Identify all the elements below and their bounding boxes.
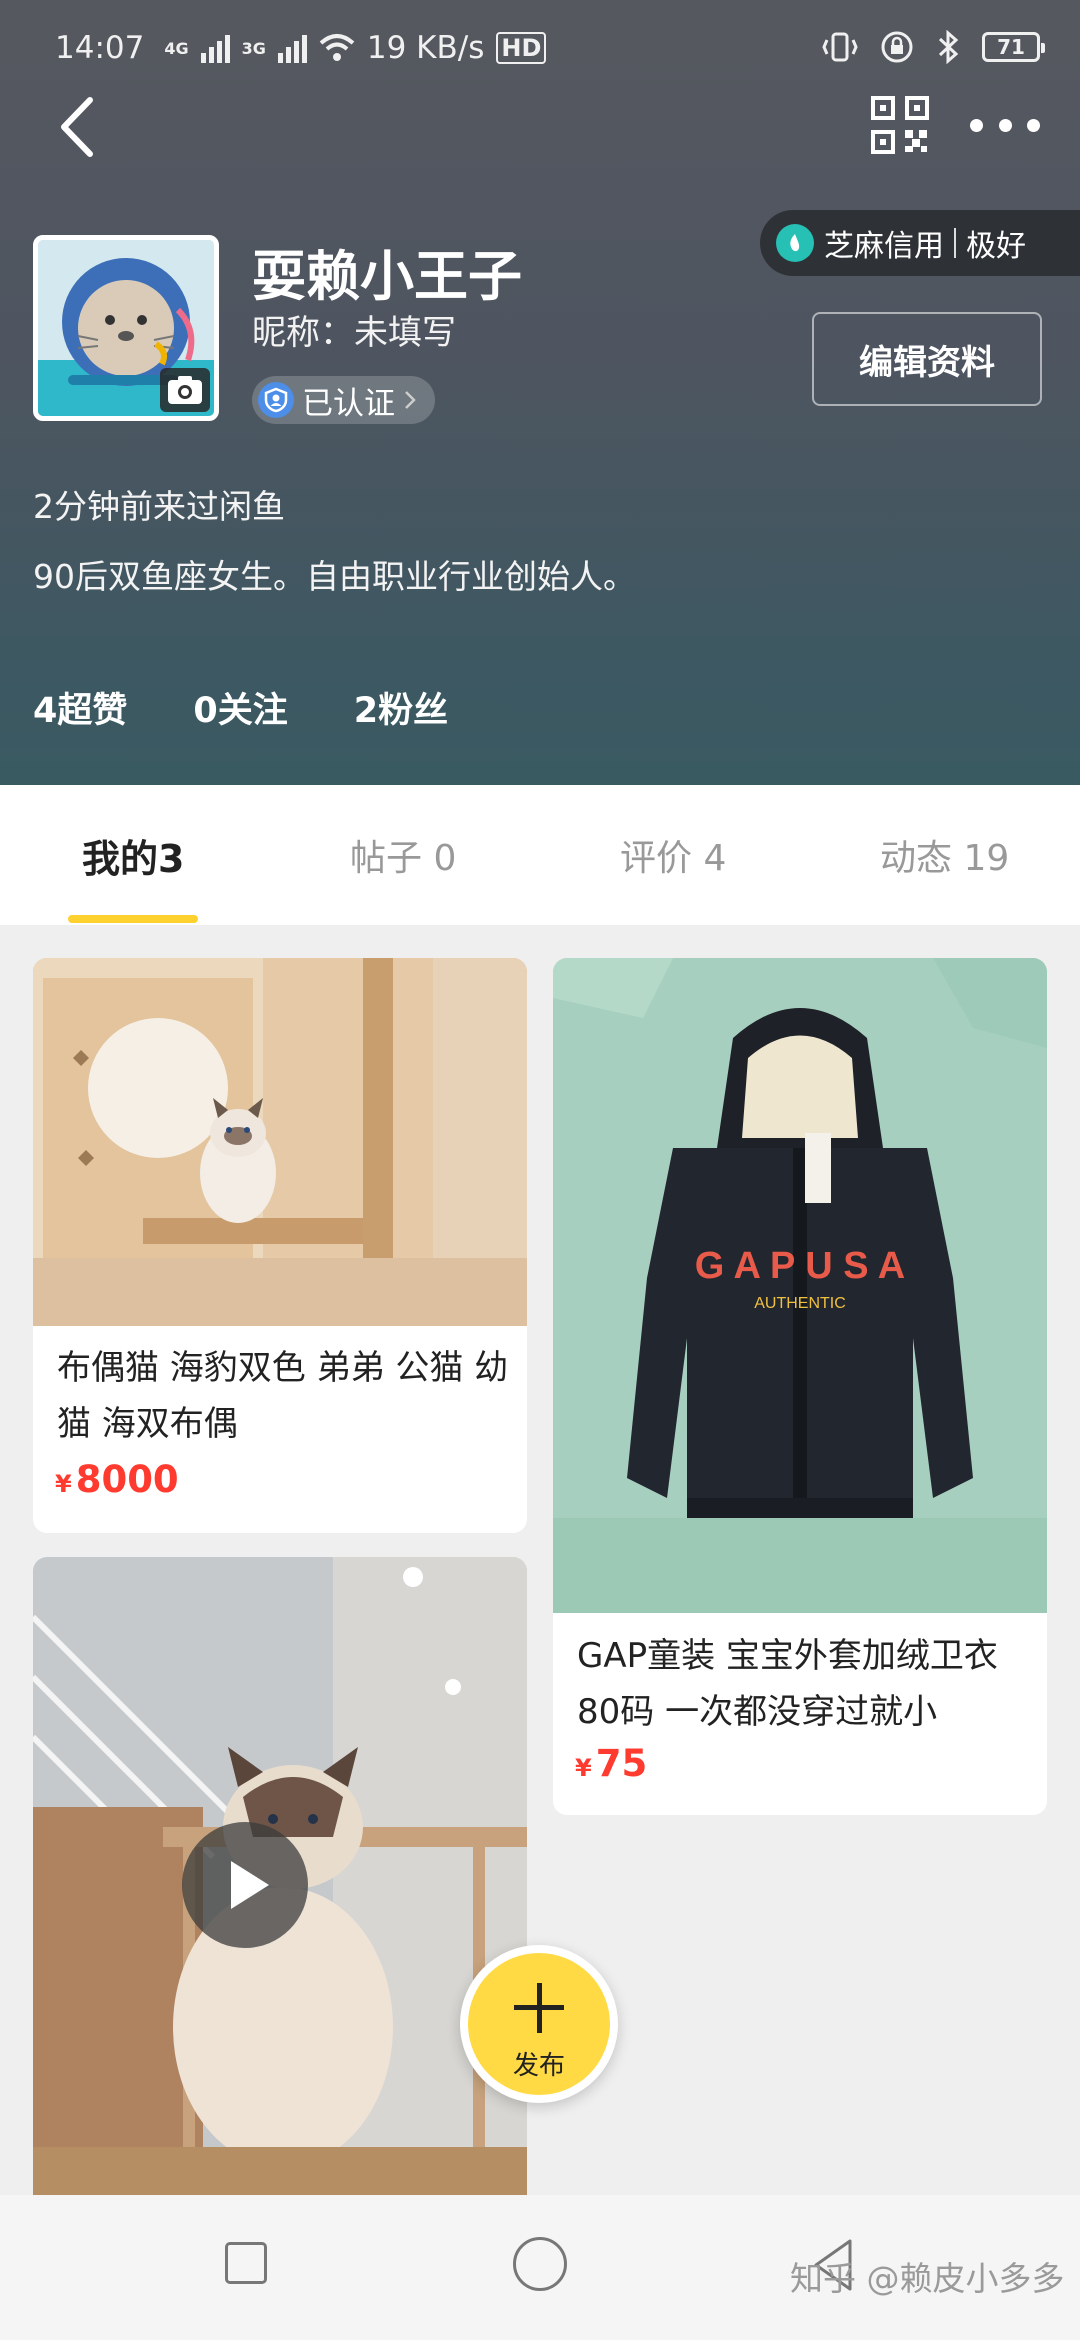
credit-badge[interactable]: 芝麻信用 极好 — [760, 210, 1080, 276]
username: 耍赖小王子 — [252, 245, 522, 308]
publish-label: 发布 — [512, 2051, 565, 2081]
status-bar: 14:07 4G 3G 19 KB/s HD 71 — [0, 30, 1080, 80]
item-price-value: 75 — [595, 1742, 648, 1785]
recent-apps-icon[interactable] — [225, 2242, 267, 2284]
stat-likes[interactable]: 4超赞 — [33, 682, 127, 733]
network-speed: 19 KB/s — [366, 30, 485, 66]
bluetooth-icon — [938, 30, 959, 64]
stat-following[interactable]: 0关注 — [193, 682, 287, 733]
tab-reviews[interactable]: 评价 4 — [620, 785, 726, 925]
wifi-icon — [319, 34, 355, 61]
back-icon[interactable] — [50, 92, 110, 162]
profile-header: 14:07 4G 3G 19 KB/s HD 71 芝麻信用 极好 耍赖小王子 … — [0, 0, 1080, 785]
verified-badge[interactable]: 已认证 — [252, 376, 435, 424]
tab-mine[interactable]: 我的3 — [82, 785, 184, 925]
watermark-text: 知乎 @赖皮小多多 — [790, 2259, 1065, 2298]
tab-posts[interactable]: 帖子 0 — [350, 785, 456, 925]
verified-user-icon — [258, 382, 294, 418]
more-options-icon[interactable] — [970, 100, 1040, 150]
chevron-right-icon — [405, 391, 416, 409]
lock-rotation-icon — [881, 31, 913, 63]
currency-symbol: ¥ — [55, 1470, 72, 1498]
publish-button[interactable]: 发布 — [460, 1945, 618, 2103]
item-price: ¥8000 — [55, 1458, 179, 1501]
vibrate-icon — [822, 32, 858, 62]
item-image-cat — [33, 958, 527, 1326]
network-type-label: 4G — [164, 38, 189, 58]
credit-value: 极好 — [966, 229, 1026, 264]
stats-row: 4超赞 0关注 2粉丝 — [33, 682, 448, 733]
play-video-icon[interactable] — [182, 1822, 308, 1948]
network-type-label-2: 3G — [241, 38, 266, 58]
item-title: GAP童装 宝宝外套加绒卫衣80码 一次都没穿过就小 — [577, 1636, 998, 1732]
item-card-jacket[interactable]: G A P U S A AUTHENTIC GAP童装 宝宝外套加绒卫衣80码 … — [553, 958, 1047, 1815]
camera-icon[interactable] — [160, 368, 210, 412]
battery-icon: 71 — [982, 32, 1045, 62]
item-title: 布偶猫 海豹双色 弟弟 公猫 幼猫 海双布偶 — [57, 1348, 509, 1444]
credit-divider — [954, 228, 956, 258]
svg-text:G A P U S A: G A P U S A — [695, 1245, 905, 1287]
qr-code-icon[interactable] — [870, 95, 930, 155]
item-card-cat[interactable]: 布偶猫 海豹双色 弟弟 公猫 幼猫 海双布偶 ¥8000 — [33, 958, 527, 1533]
signal-icon — [200, 33, 230, 63]
bio-text: 90后双鱼座女生。自由职业行业创始人。 — [33, 557, 636, 596]
status-time: 14:07 — [55, 30, 145, 66]
hd-icon: HD — [496, 32, 547, 64]
verified-label: 已认证 — [302, 385, 395, 422]
nickname: 昵称：未填写 — [252, 313, 456, 353]
item-price-value: 8000 — [75, 1458, 179, 1501]
item-image-jacket: G A P U S A AUTHENTIC — [553, 958, 1047, 1613]
active-tab-indicator — [68, 915, 198, 923]
stat-followers[interactable]: 2粉丝 — [354, 682, 448, 733]
edit-profile-button[interactable]: 编辑资料 — [812, 312, 1042, 406]
plus-icon-vertical — [537, 1983, 542, 2033]
svg-text:AUTHENTIC: AUTHENTIC — [754, 1295, 846, 1312]
item-price: ¥75 — [575, 1742, 647, 1785]
currency-symbol: ¥ — [575, 1754, 592, 1782]
signal-icon-2 — [277, 33, 307, 63]
sesame-credit-icon — [776, 224, 814, 262]
home-icon[interactable] — [513, 2237, 567, 2291]
tab-bar: 我的3 帖子 0 评价 4 动态 19 — [0, 785, 1080, 925]
credit-label: 芝麻信用 — [824, 229, 944, 264]
last-visit-text: 2分钟前来过闲鱼 — [33, 487, 285, 526]
avatar[interactable] — [33, 235, 219, 421]
tab-activity[interactable]: 动态 19 — [880, 785, 1009, 925]
